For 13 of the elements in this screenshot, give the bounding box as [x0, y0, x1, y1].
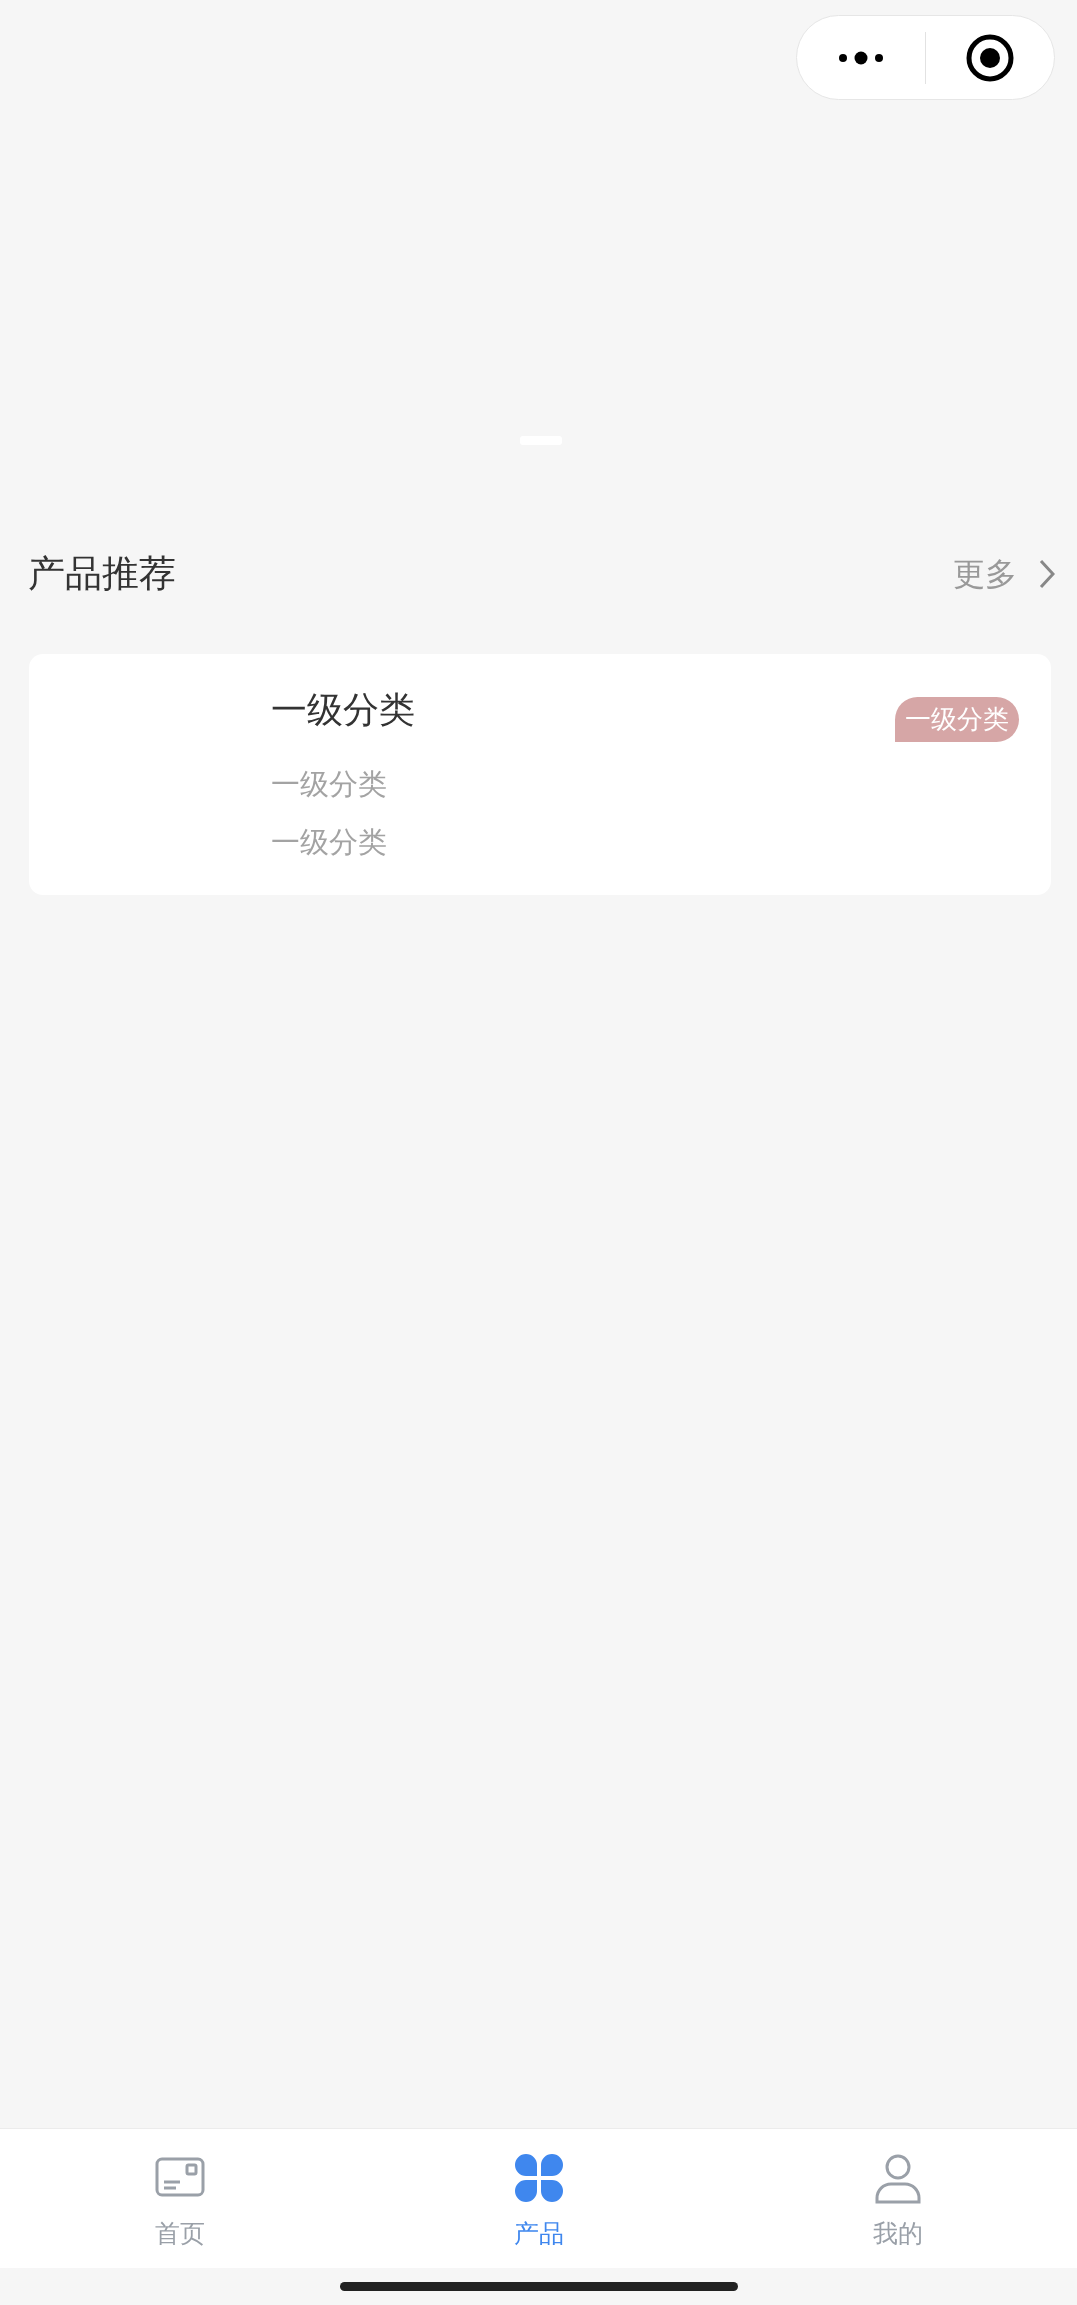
product-title: 一级分类: [271, 688, 416, 732]
more-link[interactable]: 更多: [953, 550, 1055, 598]
tab-item[interactable]: 产品: [359, 2129, 718, 2268]
chevron-right-icon: [1039, 559, 1055, 589]
product-detail: 一级分类: [271, 766, 388, 803]
section-title: 产品推荐: [28, 551, 176, 598]
product-card[interactable]: 一级分类 一级分类 一级分类 一级分类: [29, 654, 1051, 895]
tab-item[interactable]: 我的: [718, 2129, 1077, 2268]
product-detail: 一级分类: [271, 824, 388, 861]
tab-item[interactable]: 首页: [0, 2129, 359, 2268]
target-icon[interactable]: [965, 32, 1015, 83]
more-icon[interactable]: [838, 50, 884, 65]
category-tag: 一级分类: [895, 697, 1019, 742]
